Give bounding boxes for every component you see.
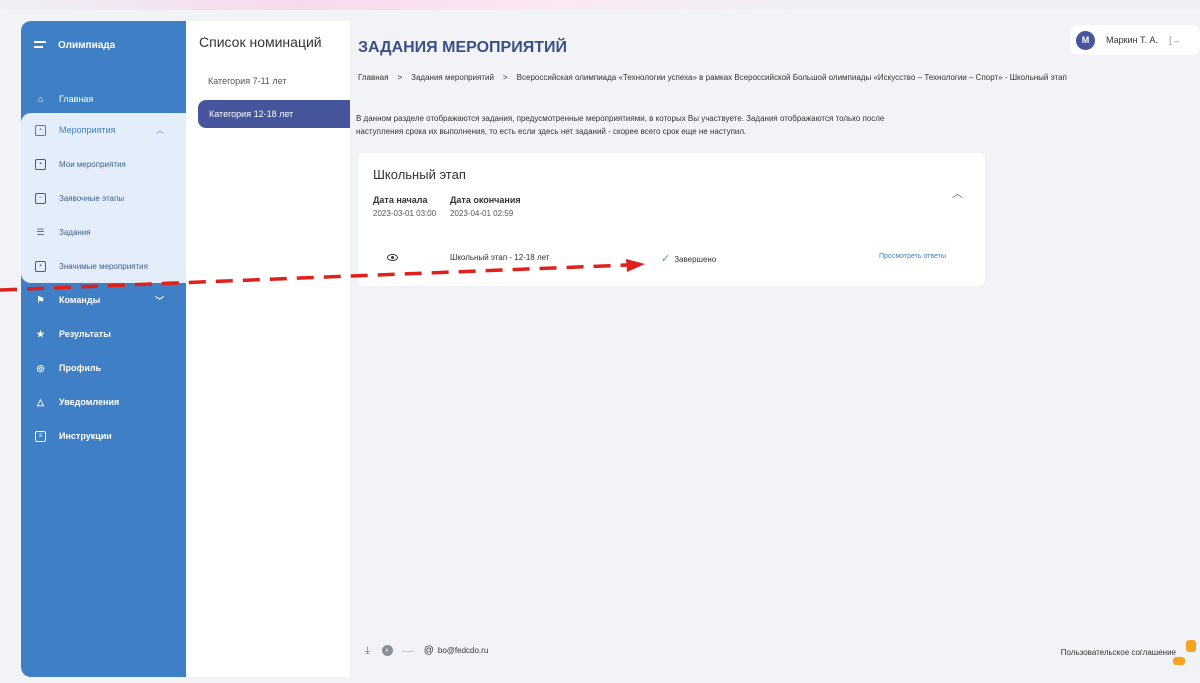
task-status: ✓ Завершено	[661, 252, 716, 265]
chevron-right-icon: >	[503, 73, 508, 82]
download-icon[interactable]: ⤓	[362, 645, 373, 656]
list-icon: ☰	[36, 226, 45, 237]
chevron-right-icon: >	[397, 73, 403, 82]
sidebar-lower-items: ⚑ Команды ﹀ ★ Результаты ◎ Профиль △ Уве…	[21, 283, 186, 453]
sidebar-item-application-stages[interactable]: ▫ Заявочные этапы	[21, 181, 186, 215]
home-icon: ⌂	[37, 93, 44, 104]
sidebar-item-label: Мероприятия	[59, 125, 116, 135]
user-menu[interactable]: М Маркин Т. А. [→	[1070, 25, 1200, 55]
calendar-icon: ▪	[35, 124, 46, 136]
profile-icon: ◎	[36, 362, 45, 373]
description-line: наступления срока их выполнения, то есть…	[356, 127, 747, 136]
page-description: В данном разделе отображаются задания, п…	[356, 112, 986, 138]
task-status-text: Завершено	[674, 255, 717, 264]
sidebar-item-label: Уведомления	[59, 397, 120, 407]
user-agreement-link[interactable]: Пользовательское соглашение	[1061, 648, 1176, 657]
logo-icon: ◐	[382, 645, 393, 656]
menu-icon[interactable]	[34, 40, 46, 50]
breadcrumb-current: Всероссийская олимпиада «Технологии успе…	[516, 73, 1067, 82]
chevron-down-icon[interactable]: ﹀	[155, 294, 164, 307]
sidebar-item-label: Мои мероприятия	[59, 159, 126, 169]
breadcrumb-tasks[interactable]: Задания мероприятий	[411, 73, 494, 82]
task-row: Школьный этап - 12-18 лет ✓ Завершено Про…	[358, 251, 985, 271]
top-decorative-strip	[0, 0, 1200, 10]
nominations-title: Список номинаций	[199, 34, 322, 50]
sidebar-item-label: Профиль	[59, 363, 102, 373]
sidebar-item-label: Заявочные этапы	[59, 193, 125, 203]
sidebar-events-group: ▪ Мероприятия ︿ ▪ Мои мероприятия ▫ Заяв…	[21, 113, 186, 283]
application-icon: ▫	[35, 192, 46, 204]
document-icon: ≡	[35, 430, 46, 442]
team-icon: ⚑	[36, 294, 45, 305]
sidebar-item-instructions[interactable]: ≡ Инструкции	[21, 419, 186, 453]
sidebar-item-results[interactable]: ★ Результаты	[21, 317, 186, 351]
nomination-item-12-18[interactable]: Категория 12-18 лет	[198, 100, 350, 128]
stage-card: Школьный этап ︿ Дата начала 2023-03-01 0…	[358, 153, 985, 286]
main-content: ЗАДАНИЯ МЕРОПРИЯТИЙ М Маркин Т. А. [→ Гл…	[350, 21, 1200, 677]
chevron-up-icon[interactable]: ︿	[156, 125, 164, 136]
task-name: Школьный этап - 12-18 лет	[450, 253, 550, 262]
sidebar-item-label: Инструкции	[59, 431, 112, 441]
sidebar-item-events[interactable]: ▪ Мероприятия ︿	[21, 113, 186, 147]
avatar[interactable]: М	[1076, 30, 1095, 50]
footer: ⤓ ◐ ⸺ @ bo@fedcdo.ru	[362, 645, 488, 656]
logout-icon[interactable]: [→	[1169, 35, 1181, 45]
sidebar: Олимпиада ⌂ Главная ▪ Мероприятия ︿ ▪ Мо…	[21, 21, 186, 677]
start-date-value: 2023-03-01 03:00	[373, 209, 437, 218]
breadcrumb-home[interactable]: Главная	[358, 73, 388, 82]
footer-email[interactable]: bo@fedcdo.ru	[438, 646, 488, 655]
sidebar-header[interactable]: Олимпиада	[21, 21, 186, 69]
app-title: Олимпиада	[58, 39, 116, 51]
email-icon: @	[423, 645, 434, 656]
end-date-value: 2023-04-01 02:59	[450, 209, 514, 218]
sidebar-item-label: Команды	[59, 295, 101, 305]
chevron-up-icon[interactable]: ︿	[952, 185, 963, 201]
sidebar-item-significant-events[interactable]: ▪ Значимые мероприятия	[21, 249, 186, 283]
page-title: ЗАДАНИЯ МЕРОПРИЯТИЙ	[358, 39, 567, 56]
calendar-star-icon: ▪	[35, 260, 46, 272]
check-icon: ✓	[661, 253, 671, 265]
start-date-label: Дата начала	[373, 195, 428, 205]
sidebar-item-teams[interactable]: ⚑ Команды ﹀	[21, 283, 186, 317]
footer-dash: ⸺	[402, 647, 414, 655]
breadcrumb: Главная > Задания мероприятий > Всероссийска…	[358, 73, 1067, 82]
user-name[interactable]: Маркин Т. А.	[1106, 35, 1158, 45]
bell-icon: △	[37, 396, 44, 407]
eye-icon[interactable]	[387, 254, 398, 261]
sidebar-item-home[interactable]: ⌂ Главная	[21, 83, 186, 115]
nomination-item-7-11[interactable]: Категория 7-11 лет	[208, 76, 287, 86]
sidebar-item-my-events[interactable]: ▪ Мои мероприятия	[21, 147, 186, 181]
calendar-grid-icon: ▪	[35, 158, 46, 170]
end-date-label: Дата окончания	[450, 195, 521, 205]
sidebar-item-profile[interactable]: ◎ Профиль	[21, 351, 186, 385]
description-line: В данном разделе отображаются задания, п…	[356, 114, 885, 123]
sidebar-item-label: Значимые мероприятия	[59, 261, 148, 271]
decorative-shape	[1186, 640, 1196, 652]
stage-title: Школьный этап	[373, 167, 466, 182]
sidebar-item-notifications[interactable]: △ Уведомления	[21, 385, 186, 419]
decorative-shape	[1173, 657, 1185, 665]
nominations-panel: Список номинаций Категория 7-11 лет Кате…	[186, 21, 350, 677]
sidebar-item-label: Результаты	[59, 329, 111, 339]
sidebar-item-label: Главная	[59, 94, 94, 104]
trophy-icon: ★	[36, 328, 45, 339]
view-answers-link[interactable]: Просмотреть ответы	[879, 253, 946, 260]
sidebar-item-tasks[interactable]: ☰ Задания	[21, 215, 186, 249]
sidebar-item-label: Задания	[59, 227, 91, 237]
